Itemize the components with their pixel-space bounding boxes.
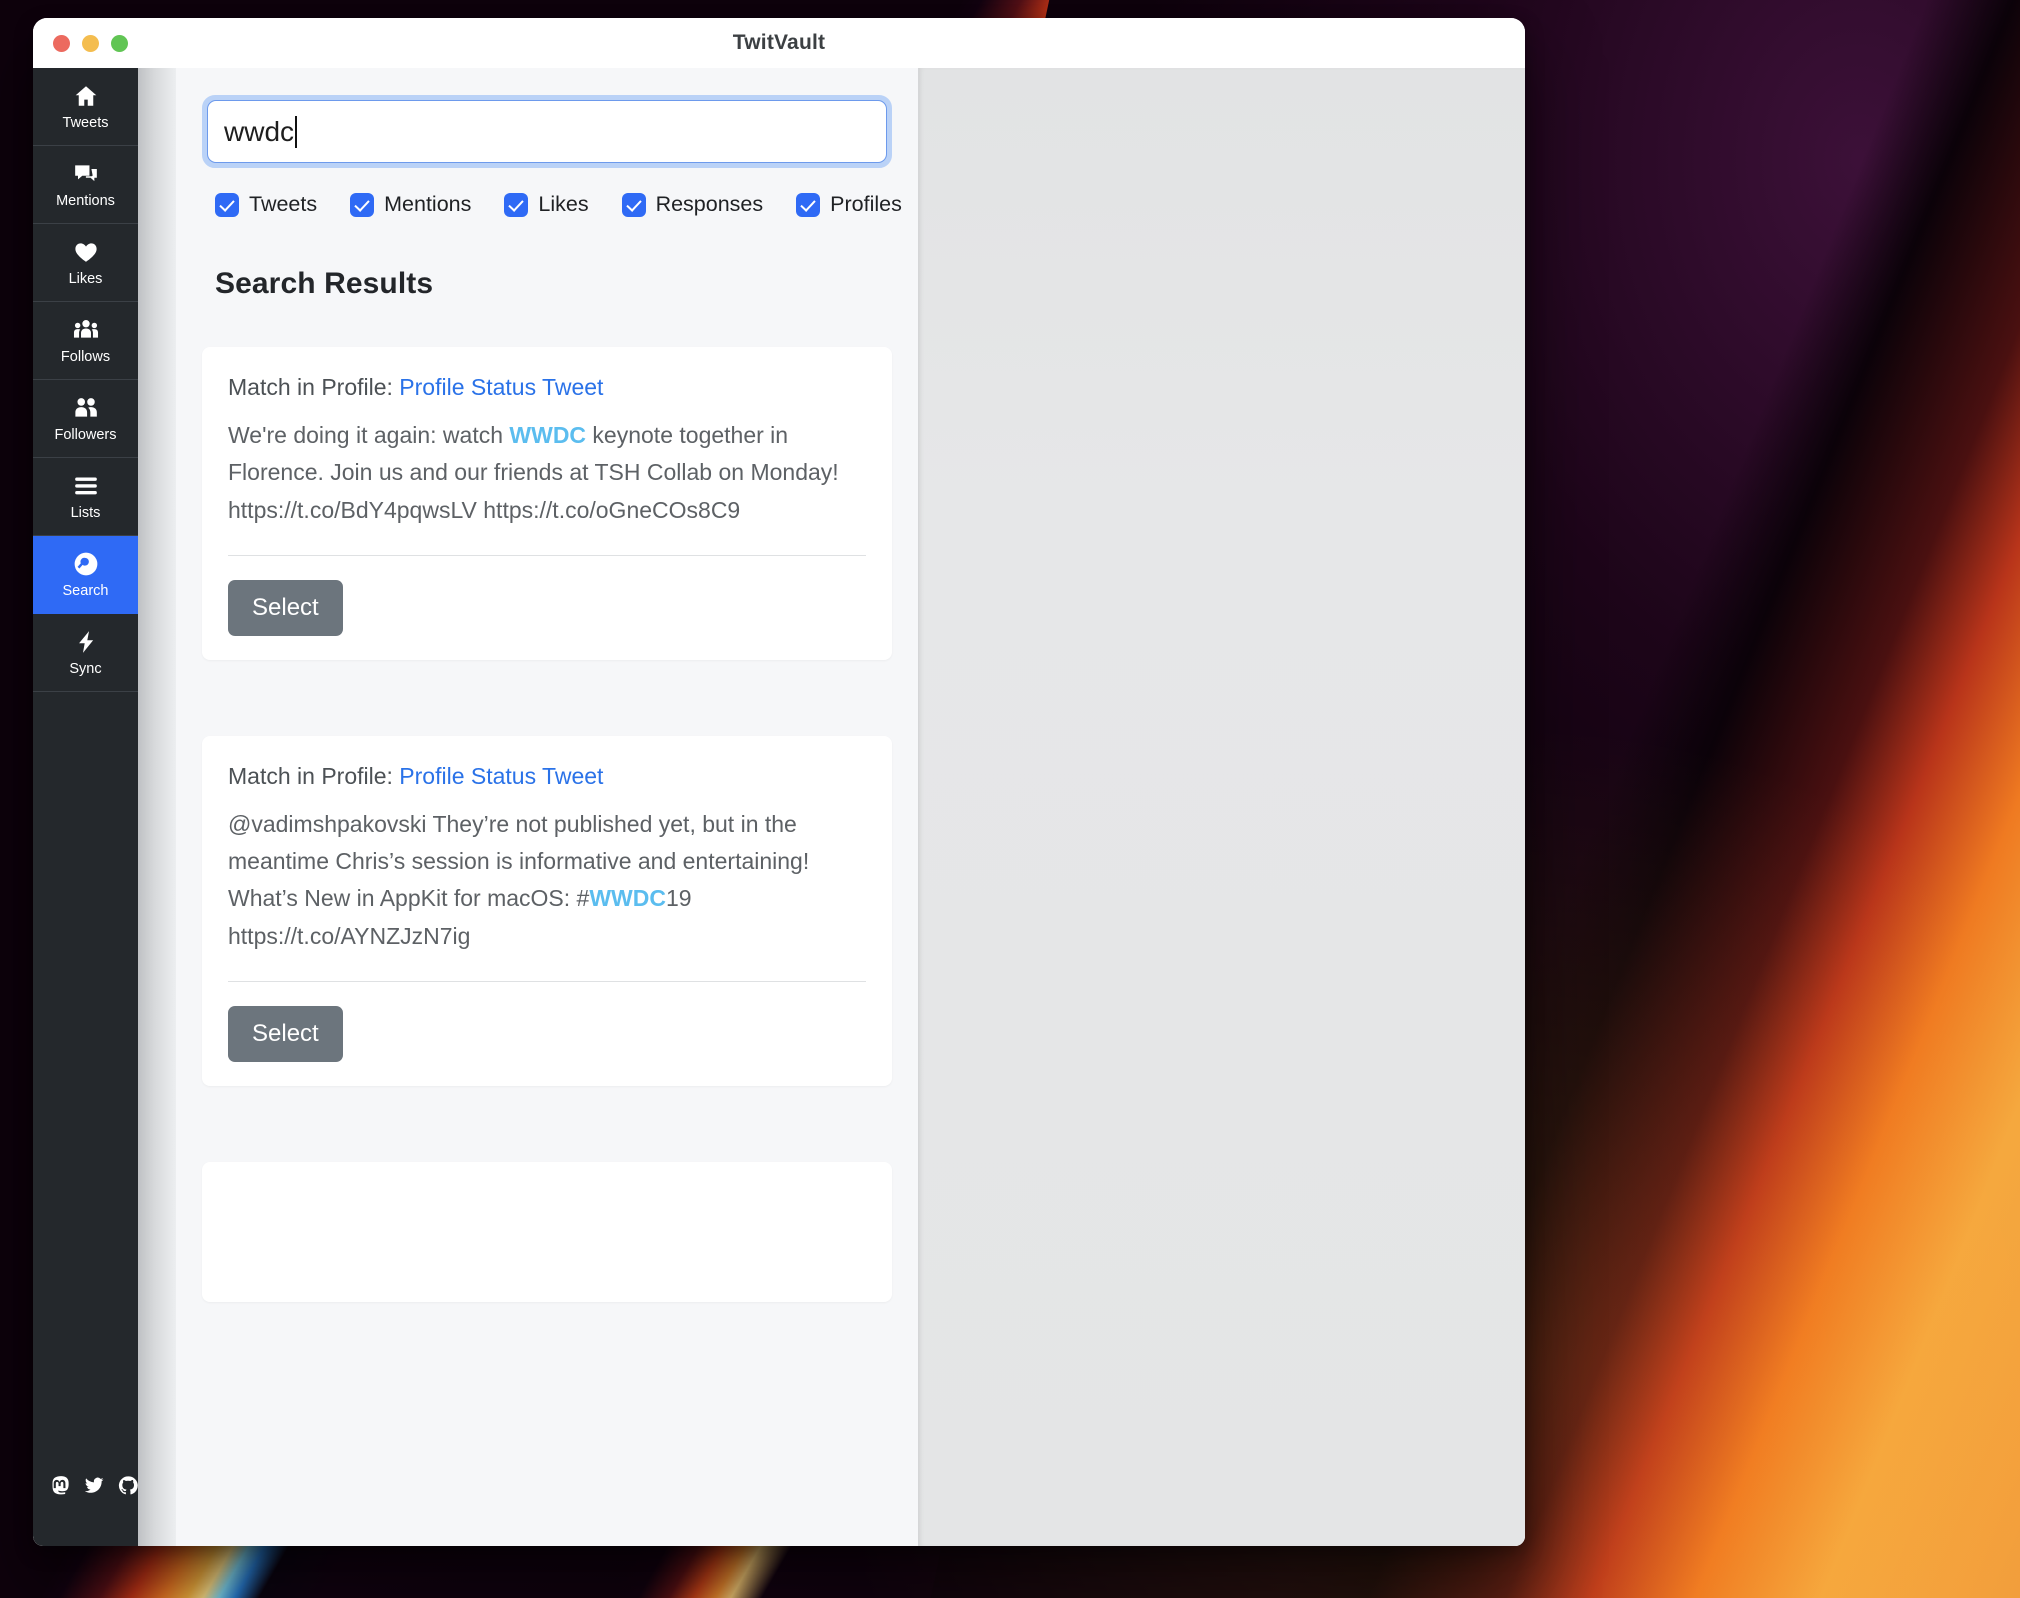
list-icon	[73, 473, 99, 499]
divider	[228, 980, 866, 982]
sidebar-item-label: Search	[62, 582, 109, 599]
twitter-icon[interactable]	[84, 1473, 104, 1498]
profile-status-tweet-link[interactable]: Profile Status Tweet	[399, 374, 603, 400]
minimize-button[interactable]	[82, 34, 99, 52]
zoom-button[interactable]	[111, 34, 128, 52]
sidebar-gutter	[138, 68, 176, 1546]
comments-icon	[73, 161, 99, 187]
checkbox-likes[interactable]	[504, 192, 529, 217]
search-icon	[73, 551, 99, 577]
sidebar: Tweets Mentions Likes Follows Followers …	[33, 68, 138, 1546]
filter-label: Tweets	[249, 192, 318, 216]
sidebar-item-tweets[interactable]: Tweets	[33, 68, 138, 146]
close-button[interactable]	[53, 34, 70, 52]
app-window: TwitVault Tweets Mentions Likes Follows …	[33, 18, 1525, 1546]
sidebar-item-mentions[interactable]: Mentions	[33, 146, 138, 224]
sidebar-item-label: Followers	[54, 426, 117, 443]
sidebar-item-label: Mentions	[56, 192, 115, 209]
result-body-text: @vadimshpakovski They’re not published y…	[228, 806, 866, 955]
search-input-wrapper: wwdc	[202, 95, 892, 168]
match-prefix: Match in Profile:	[228, 762, 400, 789]
checkbox-profiles[interactable]	[796, 192, 821, 217]
sidebar-item-follows[interactable]: Follows	[33, 302, 138, 380]
sidebar-item-label: Sync	[69, 660, 102, 677]
page-title: Search Results	[215, 267, 434, 300]
sidebar-item-sync[interactable]: Sync	[33, 614, 138, 692]
search-term-highlight: WWDC	[509, 422, 587, 448]
profile-status-tweet-link[interactable]: Profile Status Tweet	[399, 763, 603, 789]
traffic-light-buttons	[53, 34, 128, 52]
sidebar-item-search[interactable]: Search	[33, 536, 138, 614]
sidebar-item-lists[interactable]: Lists	[33, 458, 138, 536]
text-segment: @vadimshpakovski They’re not published y…	[228, 810, 810, 912]
sidebar-item-label: Follows	[60, 348, 111, 365]
home-icon	[73, 83, 99, 109]
search-filters: Tweets Mentions Likes Responses Profiles	[215, 192, 902, 217]
filter-likes[interactable]: Likes	[504, 192, 589, 217]
sidebar-item-label: Tweets	[62, 114, 109, 131]
filter-label: Likes	[538, 192, 589, 216]
text-caret	[295, 115, 298, 148]
filter-label: Mentions	[384, 192, 472, 216]
match-prefix: Match in Profile:	[228, 374, 400, 400]
detail-pane	[918, 68, 1525, 1546]
filter-responses[interactable]: Responses	[621, 192, 764, 217]
checkbox-tweets[interactable]	[215, 192, 239, 217]
content-area: wwdc Tweets Mentions Likes Responses Pro…	[138, 68, 1525, 1546]
search-panel: wwdc Tweets Mentions Likes Responses Pro…	[176, 68, 918, 1546]
mastodon-icon[interactable]	[51, 1473, 71, 1498]
checkbox-responses[interactable]	[621, 192, 646, 217]
search-input-value: wwdc	[224, 115, 295, 147]
search-results-list: Match in Profile: Profile Status Tweet W…	[202, 347, 892, 1302]
result-match-header: Match in Profile: Profile Status Tweet	[228, 763, 866, 790]
filter-mentions[interactable]: Mentions	[350, 192, 471, 217]
sidebar-item-followers[interactable]: Followers	[33, 380, 138, 458]
title-bar: TwitVault	[33, 18, 1525, 68]
sidebar-item-label: Lists	[70, 504, 101, 521]
filter-label: Responses	[655, 192, 764, 216]
sidebar-item-likes[interactable]: Likes	[33, 224, 138, 302]
user-group-icon	[73, 395, 99, 421]
sidebar-item-label: Likes	[68, 270, 103, 287]
result-card-partial	[202, 1161, 892, 1302]
social-links	[33, 1473, 138, 1546]
github-icon[interactable]	[118, 1473, 138, 1498]
select-button[interactable]: Select	[228, 579, 343, 636]
filter-profiles[interactable]: Profiles	[796, 192, 902, 217]
window-title: TwitVault	[732, 31, 826, 54]
heart-icon	[73, 239, 99, 265]
result-body-text: We're doing it again: watch WWDC keynote…	[228, 417, 866, 529]
divider	[228, 554, 866, 556]
search-term-highlight: WWDC	[589, 885, 666, 912]
filter-tweets[interactable]: Tweets	[215, 192, 317, 217]
checkbox-mentions[interactable]	[350, 192, 375, 217]
result-card: Match in Profile: Profile Status Tweet @…	[202, 735, 892, 1086]
result-match-header: Match in Profile: Profile Status Tweet	[228, 374, 866, 401]
result-card: Match in Profile: Profile Status Tweet W…	[202, 347, 892, 660]
window-body: Tweets Mentions Likes Follows Followers …	[33, 68, 1525, 1546]
text-segment: We're doing it again: watch	[228, 422, 510, 448]
filter-label: Profiles	[830, 192, 902, 216]
bolt-icon	[73, 629, 99, 655]
select-button[interactable]: Select	[228, 1005, 343, 1062]
users-icon	[73, 317, 99, 343]
search-input[interactable]: wwdc	[207, 100, 887, 163]
